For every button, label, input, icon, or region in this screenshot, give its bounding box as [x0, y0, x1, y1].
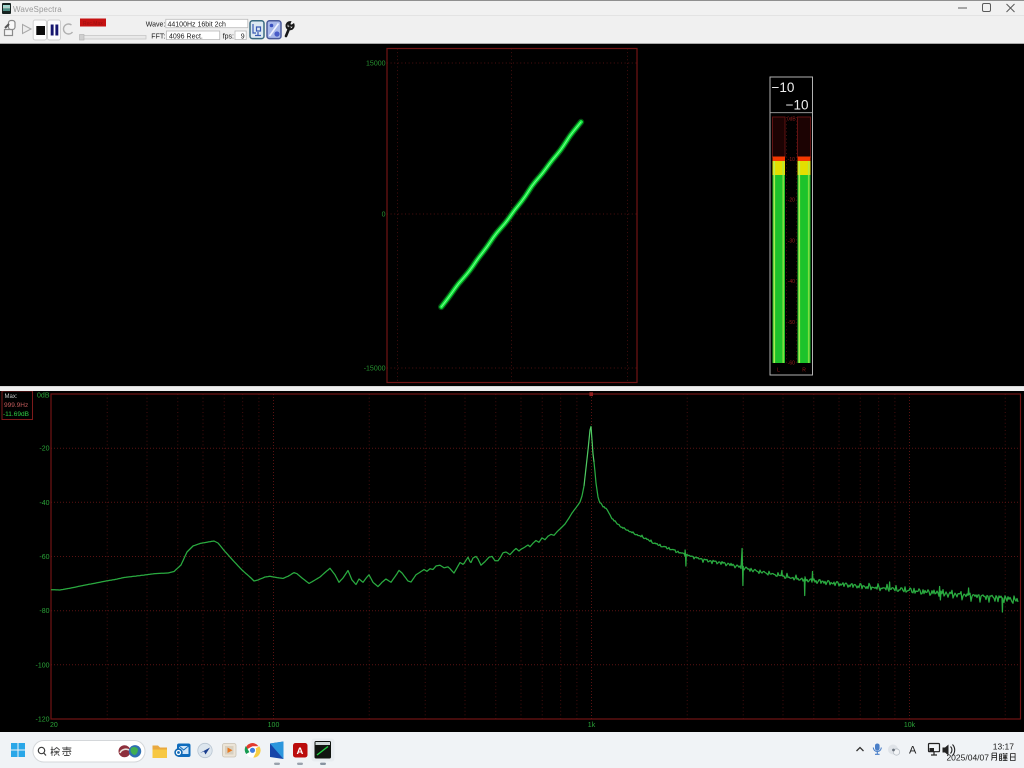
- svg-text:-11.69dB: -11.69dB: [3, 411, 29, 418]
- svg-text:-40: -40: [788, 279, 795, 285]
- svg-text:4096 Rect.: 4096 Rect.: [169, 34, 203, 41]
- svg-text:9: 9: [241, 34, 245, 41]
- svg-text:FFT:: FFT:: [151, 34, 165, 41]
- svg-text:13:17: 13:17: [993, 742, 1015, 752]
- svg-text:A: A: [297, 746, 304, 757]
- svg-text:-100: -100: [35, 662, 49, 669]
- svg-text:100: 100: [268, 722, 280, 729]
- svg-text:R: R: [802, 368, 806, 374]
- svg-text:-80: -80: [39, 608, 49, 615]
- svg-text:-10: -10: [788, 157, 795, 163]
- svg-text:-50: -50: [788, 320, 795, 326]
- svg-text:L: L: [777, 368, 780, 374]
- svg-text:A: A: [909, 745, 917, 757]
- svg-text:10k: 10k: [904, 722, 916, 729]
- svg-text:15000: 15000: [366, 61, 386, 68]
- svg-text:1k: 1k: [588, 722, 596, 729]
- svg-text:−10: −10: [772, 80, 795, 95]
- svg-text:0dB: 0dB: [787, 117, 797, 123]
- svg-text:Wave:: Wave:: [146, 22, 166, 29]
- svg-text:-15000: -15000: [364, 366, 386, 373]
- svg-text:-20: -20: [39, 446, 49, 453]
- svg-text:Max:: Max:: [5, 394, 18, 400]
- svg-text:-30: -30: [788, 238, 795, 244]
- svg-text:fps:: fps:: [223, 34, 234, 41]
- svg-text:-60: -60: [788, 361, 795, 367]
- svg-text:-40: -40: [39, 500, 49, 507]
- svg-text:20: 20: [50, 722, 58, 729]
- svg-text:2025/04/07: 2025/04/07: [946, 753, 989, 763]
- svg-text:Rec.Max: Rec.Max: [83, 21, 103, 27]
- svg-text:999.9Hz: 999.9Hz: [4, 402, 28, 409]
- svg-text:-60: -60: [39, 554, 49, 561]
- svg-text:-120: -120: [35, 717, 49, 724]
- svg-text:0: 0: [382, 212, 386, 219]
- svg-text:-20: -20: [788, 198, 795, 204]
- svg-text:44100Hz 16bit 2ch: 44100Hz 16bit 2ch: [168, 22, 226, 29]
- svg-text:0dB: 0dB: [37, 393, 50, 400]
- svg-text:−10: −10: [786, 98, 809, 113]
